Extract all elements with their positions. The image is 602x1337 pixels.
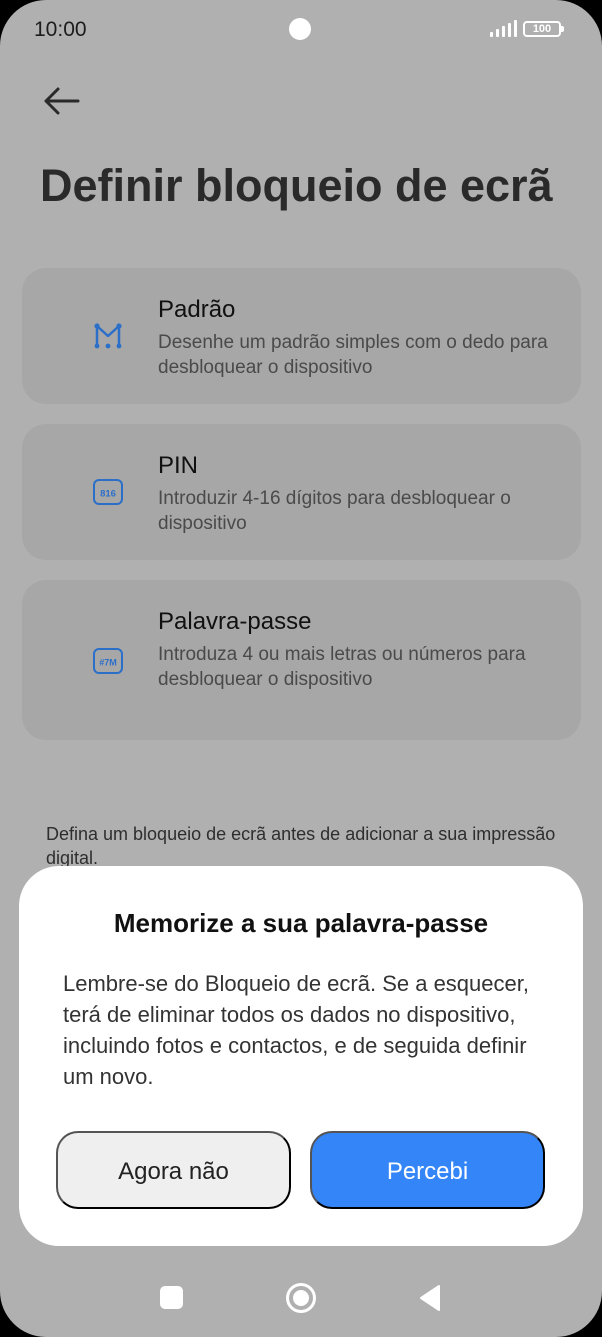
battery-icon: 100: [523, 21, 564, 37]
page-title: Definir bloqueio de ecrã: [40, 160, 553, 211]
password-icon: #7M: [93, 648, 123, 674]
status-time: 10:00: [34, 18, 87, 41]
option-description: Introduza 4 ou mais letras ou números pa…: [158, 644, 526, 690]
got-it-button[interactable]: Percebi: [310, 1131, 545, 1209]
not-now-button[interactable]: Agora não: [56, 1131, 291, 1209]
option-pattern[interactable]: Padrão Desenhe um padrão simples com o d…: [22, 268, 581, 404]
option-description: Introduzir 4-16 dígitos para desbloquear…: [158, 488, 511, 534]
option-title: Palavra-passe: [158, 608, 312, 635]
camera-cutout: [289, 18, 311, 40]
option-description: Desenhe um padrão simples com o dedo par…: [158, 332, 548, 378]
option-title: PIN: [158, 452, 199, 479]
pin-icon: 816: [93, 479, 123, 505]
dialog-body: Lembre-se do Bloqueio de ecrã. Se a esqu…: [63, 971, 529, 1089]
battery-level: 100: [532, 23, 552, 35]
back-triangle-icon[interactable]: [418, 1284, 442, 1312]
status-bar: 10:00 100: [0, 0, 602, 60]
arrow-left-icon[interactable]: [38, 80, 84, 122]
pattern-icon: [94, 323, 122, 349]
option-title: Padrão: [158, 296, 236, 323]
option-password[interactable]: #7M Palavra-passe Introduza 4 ou mais le…: [22, 580, 581, 740]
phone-screen: 10:00 100 Definir bloqueio de ecrã Padrã…: [0, 0, 602, 1337]
option-pin[interactable]: 816 PIN Introduzir 4-16 dígitos para des…: [22, 424, 581, 560]
home-icon[interactable]: [285, 1282, 317, 1314]
password-icon-text: #7M: [99, 658, 117, 668]
pin-icon-text: 816: [100, 489, 116, 500]
recent-apps-icon[interactable]: [160, 1286, 183, 1309]
navigation-bar: [0, 1262, 602, 1337]
password-reminder-dialog: Memorize a sua palavra-passe Lembre-se d…: [19, 866, 583, 1246]
signal-icon: [490, 20, 517, 37]
footer-note: Defina um bloqueio de ecrã antes de adic…: [46, 824, 556, 868]
dialog-title: Memorize a sua palavra-passe: [113, 908, 489, 938]
